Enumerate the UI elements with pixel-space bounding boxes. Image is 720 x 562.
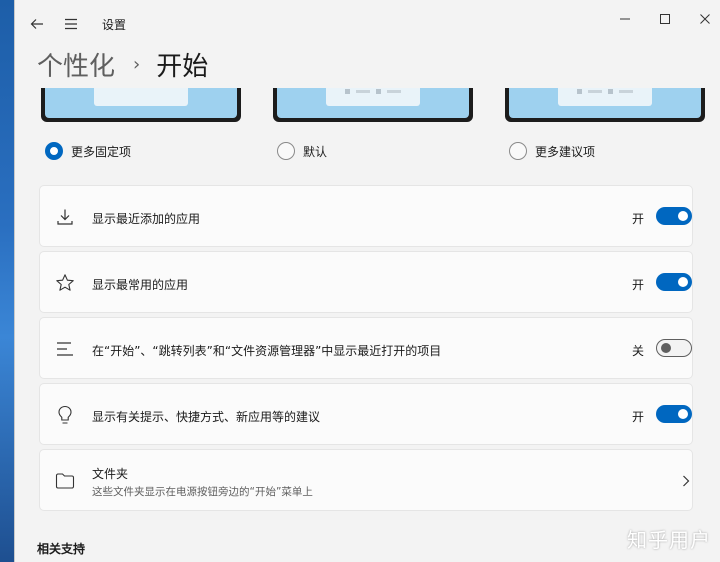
toggle-state-label: 开	[632, 212, 645, 226]
breadcrumb-separator: ›	[133, 53, 141, 75]
layout-preview-more-pins[interactable]	[41, 88, 241, 122]
radio-indicator[interactable]	[509, 142, 527, 160]
breadcrumb: 个性化 › 开始	[37, 44, 208, 84]
star-icon	[54, 272, 76, 294]
toggle-switch[interactable]	[656, 273, 692, 291]
breadcrumb-parent[interactable]: 个性化	[37, 46, 115, 83]
related-support-heading: 相关支持	[37, 542, 86, 556]
toggle-state-label: 开	[632, 410, 645, 424]
radio-checked-indicator[interactable]	[45, 142, 63, 160]
back-button[interactable]	[25, 12, 49, 36]
toggle-state-label: 开	[632, 278, 645, 292]
watermark: 知乎用户	[627, 528, 711, 552]
setting-label: 文件夹	[92, 467, 129, 481]
maximize-button[interactable]	[645, 8, 685, 30]
back-arrow-icon	[30, 19, 43, 29]
lightbulb-icon	[54, 404, 76, 426]
chevron-right-icon	[680, 472, 692, 490]
close-icon	[700, 14, 710, 24]
radio-label: 默认	[303, 144, 328, 159]
minimize-button[interactable]	[605, 8, 645, 30]
radio-label: 更多固定项	[71, 144, 132, 159]
setting-tips-suggestions: 显示有关提示、快捷方式、新应用等的建议 开	[39, 383, 693, 445]
page-title: 开始	[156, 51, 209, 82]
maximize-icon	[660, 14, 670, 24]
setting-most-used-apps: 显示最常用的应用 开	[39, 251, 693, 313]
radio-more-pins[interactable]: 更多固定项	[45, 142, 131, 160]
toggle-state-label: 关	[632, 344, 645, 358]
minimize-icon	[620, 18, 630, 20]
close-button[interactable]	[685, 8, 720, 30]
setting-label: 显示最近添加的应用	[92, 212, 201, 226]
title-bar: 设置	[15, 0, 720, 46]
radio-default[interactable]: 默认	[277, 142, 327, 160]
setting-label: 显示最常用的应用	[92, 278, 189, 292]
layout-preview-more-recommendations[interactable]	[505, 88, 705, 122]
setting-folders[interactable]: 文件夹 这些文件夹显示在电源按钮旁边的“开始”菜单上	[39, 449, 693, 511]
layout-previews	[37, 88, 717, 126]
radio-indicator[interactable]	[277, 142, 295, 160]
layout-radio-group: 更多固定项 默认 更多建议项	[37, 142, 717, 166]
list-icon	[54, 338, 76, 360]
download-icon	[54, 206, 76, 228]
setting-recently-added-apps: 显示最近添加的应用 开	[39, 185, 693, 247]
radio-label: 更多建议项	[535, 144, 596, 159]
layout-preview-default[interactable]	[273, 88, 473, 122]
setting-label: 在“开始”、“跳转列表”和“文件资源管理器”中显示最近打开的项目	[92, 344, 442, 358]
toggle-switch[interactable]	[656, 405, 692, 423]
toggle-switch[interactable]	[656, 339, 692, 357]
setting-recently-opened-items: 在“开始”、“跳转列表”和“文件资源管理器”中显示最近打开的项目 关	[39, 317, 693, 379]
settings-window: 设置 个性化 › 开始 更多固定项 默认 更多建议项 显示最近添加的应用 开 显…	[14, 0, 720, 562]
app-title: 设置	[102, 18, 127, 32]
toggle-switch[interactable]	[656, 207, 692, 225]
folder-icon	[54, 470, 76, 492]
radio-more-recommendations[interactable]: 更多建议项	[509, 142, 595, 160]
setting-description: 这些文件夹显示在电源按钮旁边的“开始”菜单上	[92, 486, 313, 498]
navigation-menu-button[interactable]	[59, 12, 83, 36]
setting-label: 显示有关提示、快捷方式、新应用等的建议	[92, 410, 321, 424]
hamburger-icon	[65, 18, 77, 30]
